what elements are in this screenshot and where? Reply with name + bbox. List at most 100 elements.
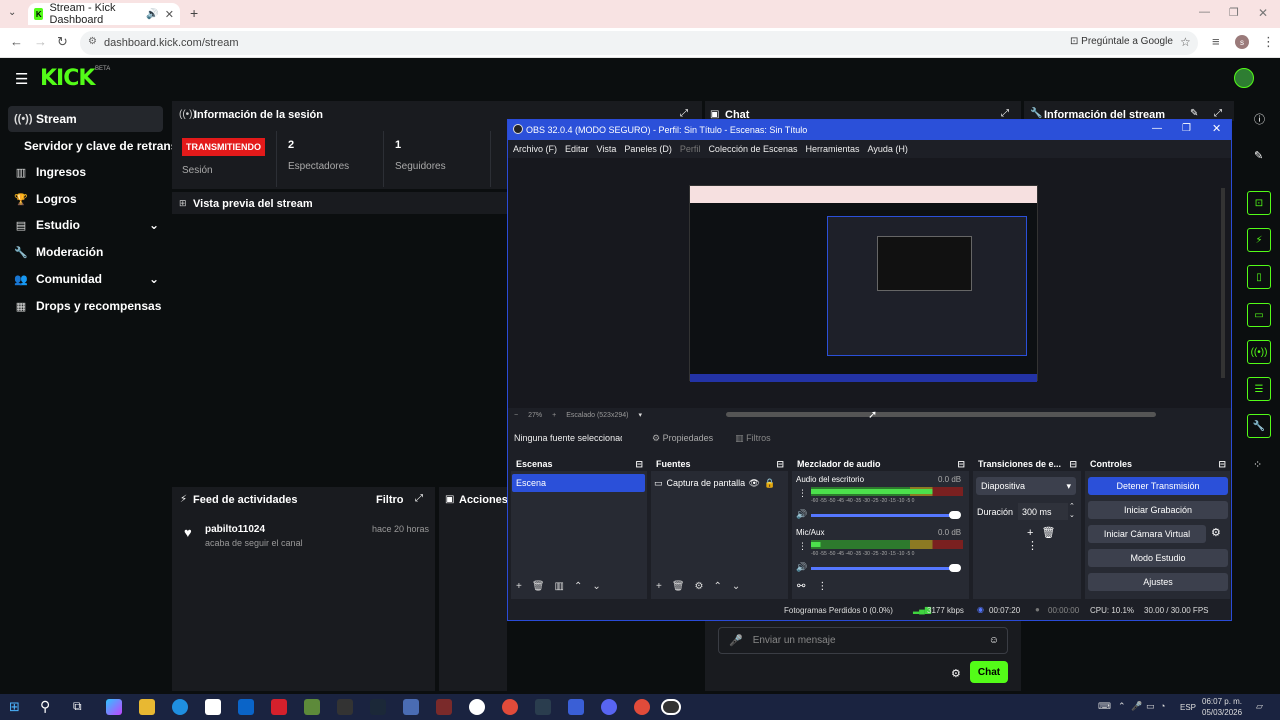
tab-audio-icon[interactable]: 🔊 (146, 9, 158, 20)
kick-logo[interactable]: KICK (40, 66, 95, 91)
scene-item[interactable]: Escena (512, 474, 645, 492)
pencil-icon[interactable]: ✎ (1254, 149, 1263, 162)
reading-list-icon[interactable]: ≡ (1212, 34, 1220, 49)
menu-vista[interactable]: Vista (597, 144, 617, 154)
steam-icon[interactable] (370, 699, 386, 715)
search-icon[interactable]: ⚲ (40, 698, 50, 715)
dock-float-icon[interactable]: ⊟ (776, 459, 784, 470)
menu-herramientas[interactable]: Herramientas (806, 144, 860, 154)
add-icon[interactable]: + (1027, 527, 1041, 539)
trash-icon[interactable]: 🗑 (532, 581, 555, 592)
task-view-icon[interactable]: ⧉ (73, 699, 82, 714)
speaker-icon[interactable]: 🔊 (796, 509, 807, 520)
menu-dots-icon[interactable]: ⋮ (817, 581, 839, 592)
ask-google-button[interactable]: ⊡ Pregúntale a Google (1070, 36, 1173, 47)
keyboard-icon[interactable]: ⌨ (1098, 701, 1111, 712)
sidebar-item-drops[interactable]: ▦ Drops y recompensas (8, 293, 163, 319)
broadcast-icon[interactable]: ((•)) (1247, 340, 1271, 364)
mic-tray-icon[interactable]: 🎤 (1131, 701, 1142, 712)
down-icon[interactable]: ⌄ (732, 581, 750, 592)
maximize-window-icon[interactable]: ❐ (1182, 123, 1191, 134)
speaker-icon[interactable]: 🔊 (796, 562, 807, 573)
lock-icon[interactable]: 🔒 (764, 478, 775, 489)
preview-vscrollbar[interactable] (1221, 188, 1225, 378)
minecraft-icon[interactable] (304, 699, 320, 715)
sidebar-item-achievements[interactable]: 🏆 Logros (8, 186, 163, 212)
volume-slider-knob[interactable] (949, 511, 961, 519)
virtual-camera-settings-icon[interactable]: ⚙ (1211, 526, 1221, 539)
menu-coleccion[interactable]: Colección de Escenas (708, 144, 797, 154)
channel-menu-icon[interactable]: ⋮ (798, 488, 807, 499)
chat-send-button[interactable]: Chat (970, 661, 1008, 683)
sidebar-item-moderation[interactable]: 🔧 Moderación (8, 239, 163, 265)
app-icon-bluebox[interactable] (568, 699, 584, 715)
expand-icon[interactable]: ⤢ (415, 493, 423, 504)
sidebar-item-server-key[interactable]: Servidor y clave de retransm (18, 133, 178, 159)
add-icon[interactable]: + (656, 581, 672, 592)
language-indicator[interactable]: ESP (1180, 703, 1196, 712)
close-window-icon[interactable]: ✕ (1258, 6, 1268, 20)
eye-icon[interactable]: 👁 (749, 478, 760, 489)
edge-icon[interactable] (172, 699, 188, 715)
volume-slider[interactable] (811, 567, 956, 570)
dock-float-icon[interactable]: ⊟ (635, 459, 643, 470)
expand-icon[interactable]: ⤢ (1001, 108, 1009, 119)
expand-icon[interactable]: ⤢ (1214, 108, 1222, 119)
down-icon[interactable]: ⌄ (592, 581, 610, 592)
gear-icon[interactable]: ⚙ (695, 581, 714, 592)
bookmark-star-icon[interactable]: ☆ (1180, 35, 1191, 49)
duration-spinner-icon[interactable]: ⌃ ⌄ (1069, 502, 1075, 520)
bolt-icon[interactable]: ⚡ (1247, 228, 1271, 252)
wrench-icon[interactable]: 🔧 (1247, 414, 1271, 438)
file-explorer-icon[interactable] (139, 699, 155, 715)
dock-float-icon[interactable]: ⊟ (1218, 459, 1226, 470)
transition-select[interactable]: Diapositiva ▾ (976, 477, 1076, 495)
dock-float-icon[interactable]: ⊟ (957, 459, 965, 470)
volume-slider[interactable] (811, 514, 956, 517)
tray-chevron-icon[interactable]: ⌃ (1118, 701, 1126, 712)
chat-bubble-icon[interactable]: ▭ (1247, 303, 1271, 327)
feed-user[interactable]: pabilto11024 (205, 524, 265, 535)
menu-dots-icon[interactable]: ⋮ (1027, 540, 1046, 552)
scale-dropdown-icon[interactable]: ▾ (638, 411, 642, 419)
discord-icon[interactable] (601, 699, 617, 715)
app-icon-fish[interactable] (535, 699, 551, 715)
reload-icon[interactable]: ↻ (57, 34, 68, 50)
duration-input[interactable]: 300 ms (1018, 503, 1068, 520)
start-recording-button[interactable]: Iniciar Grabación (1088, 501, 1228, 519)
browser-menu-icon[interactable]: ⋮ (1262, 34, 1275, 50)
chat-settings-icon[interactable]: ⚙ (951, 667, 961, 680)
emoji-icon[interactable]: ☺ (989, 635, 999, 646)
tab-list-chevron-icon[interactable]: ⌄ (8, 7, 16, 18)
battery-icon[interactable]: ▭ (1146, 701, 1155, 712)
channel-menu-icon[interactable]: ⋮ (798, 541, 807, 552)
preview-hscrollbar[interactable] (726, 412, 1156, 417)
start-virtual-camera-button[interactable]: Iniciar Cámara Virtual (1088, 525, 1206, 543)
new-tab-button[interactable]: + (190, 5, 198, 21)
dock-float-icon[interactable]: ⊟ (1069, 459, 1077, 470)
profile-avatar[interactable]: s (1235, 35, 1249, 49)
chrome-icon[interactable] (502, 699, 518, 715)
menu-perfil[interactable]: Perfil (680, 144, 701, 154)
site-info-icon[interactable]: ⚙ (88, 36, 97, 47)
sidebar-item-studio[interactable]: ▤ Estudio ⌄ (8, 212, 163, 238)
app-icon-white[interactable] (469, 699, 485, 715)
up-icon[interactable]: ⌃ (574, 581, 592, 592)
link-icon[interactable]: ⚯ (797, 581, 817, 592)
app-icon-red[interactable] (271, 699, 287, 715)
volume-slider-knob[interactable] (949, 564, 961, 572)
clock-time[interactable]: 06:07 p. m. (1202, 697, 1242, 706)
outlook-icon[interactable] (238, 699, 254, 715)
expand-icon[interactable]: ⤢ (680, 108, 688, 119)
sidebar-item-community[interactable]: 👥 Comunidad ⌄ (8, 266, 163, 292)
document-icon[interactable]: ▯ (1247, 265, 1271, 289)
filters-button[interactable]: ▥ Filtros (735, 433, 771, 444)
back-icon[interactable]: ← (10, 34, 23, 49)
obs-taskbar-icon[interactable] (661, 699, 681, 715)
up-icon[interactable]: ⌃ (714, 581, 732, 592)
maximize-window-icon[interactable]: ❐ (1229, 6, 1239, 19)
store-icon[interactable] (205, 699, 221, 715)
sidebar-item-stream[interactable]: ((•)) Stream (8, 106, 163, 132)
info-icon[interactable]: ⓘ (1254, 111, 1265, 127)
chat-message-input[interactable]: 🎤 Enviar un mensaje ☺ (718, 627, 1008, 654)
